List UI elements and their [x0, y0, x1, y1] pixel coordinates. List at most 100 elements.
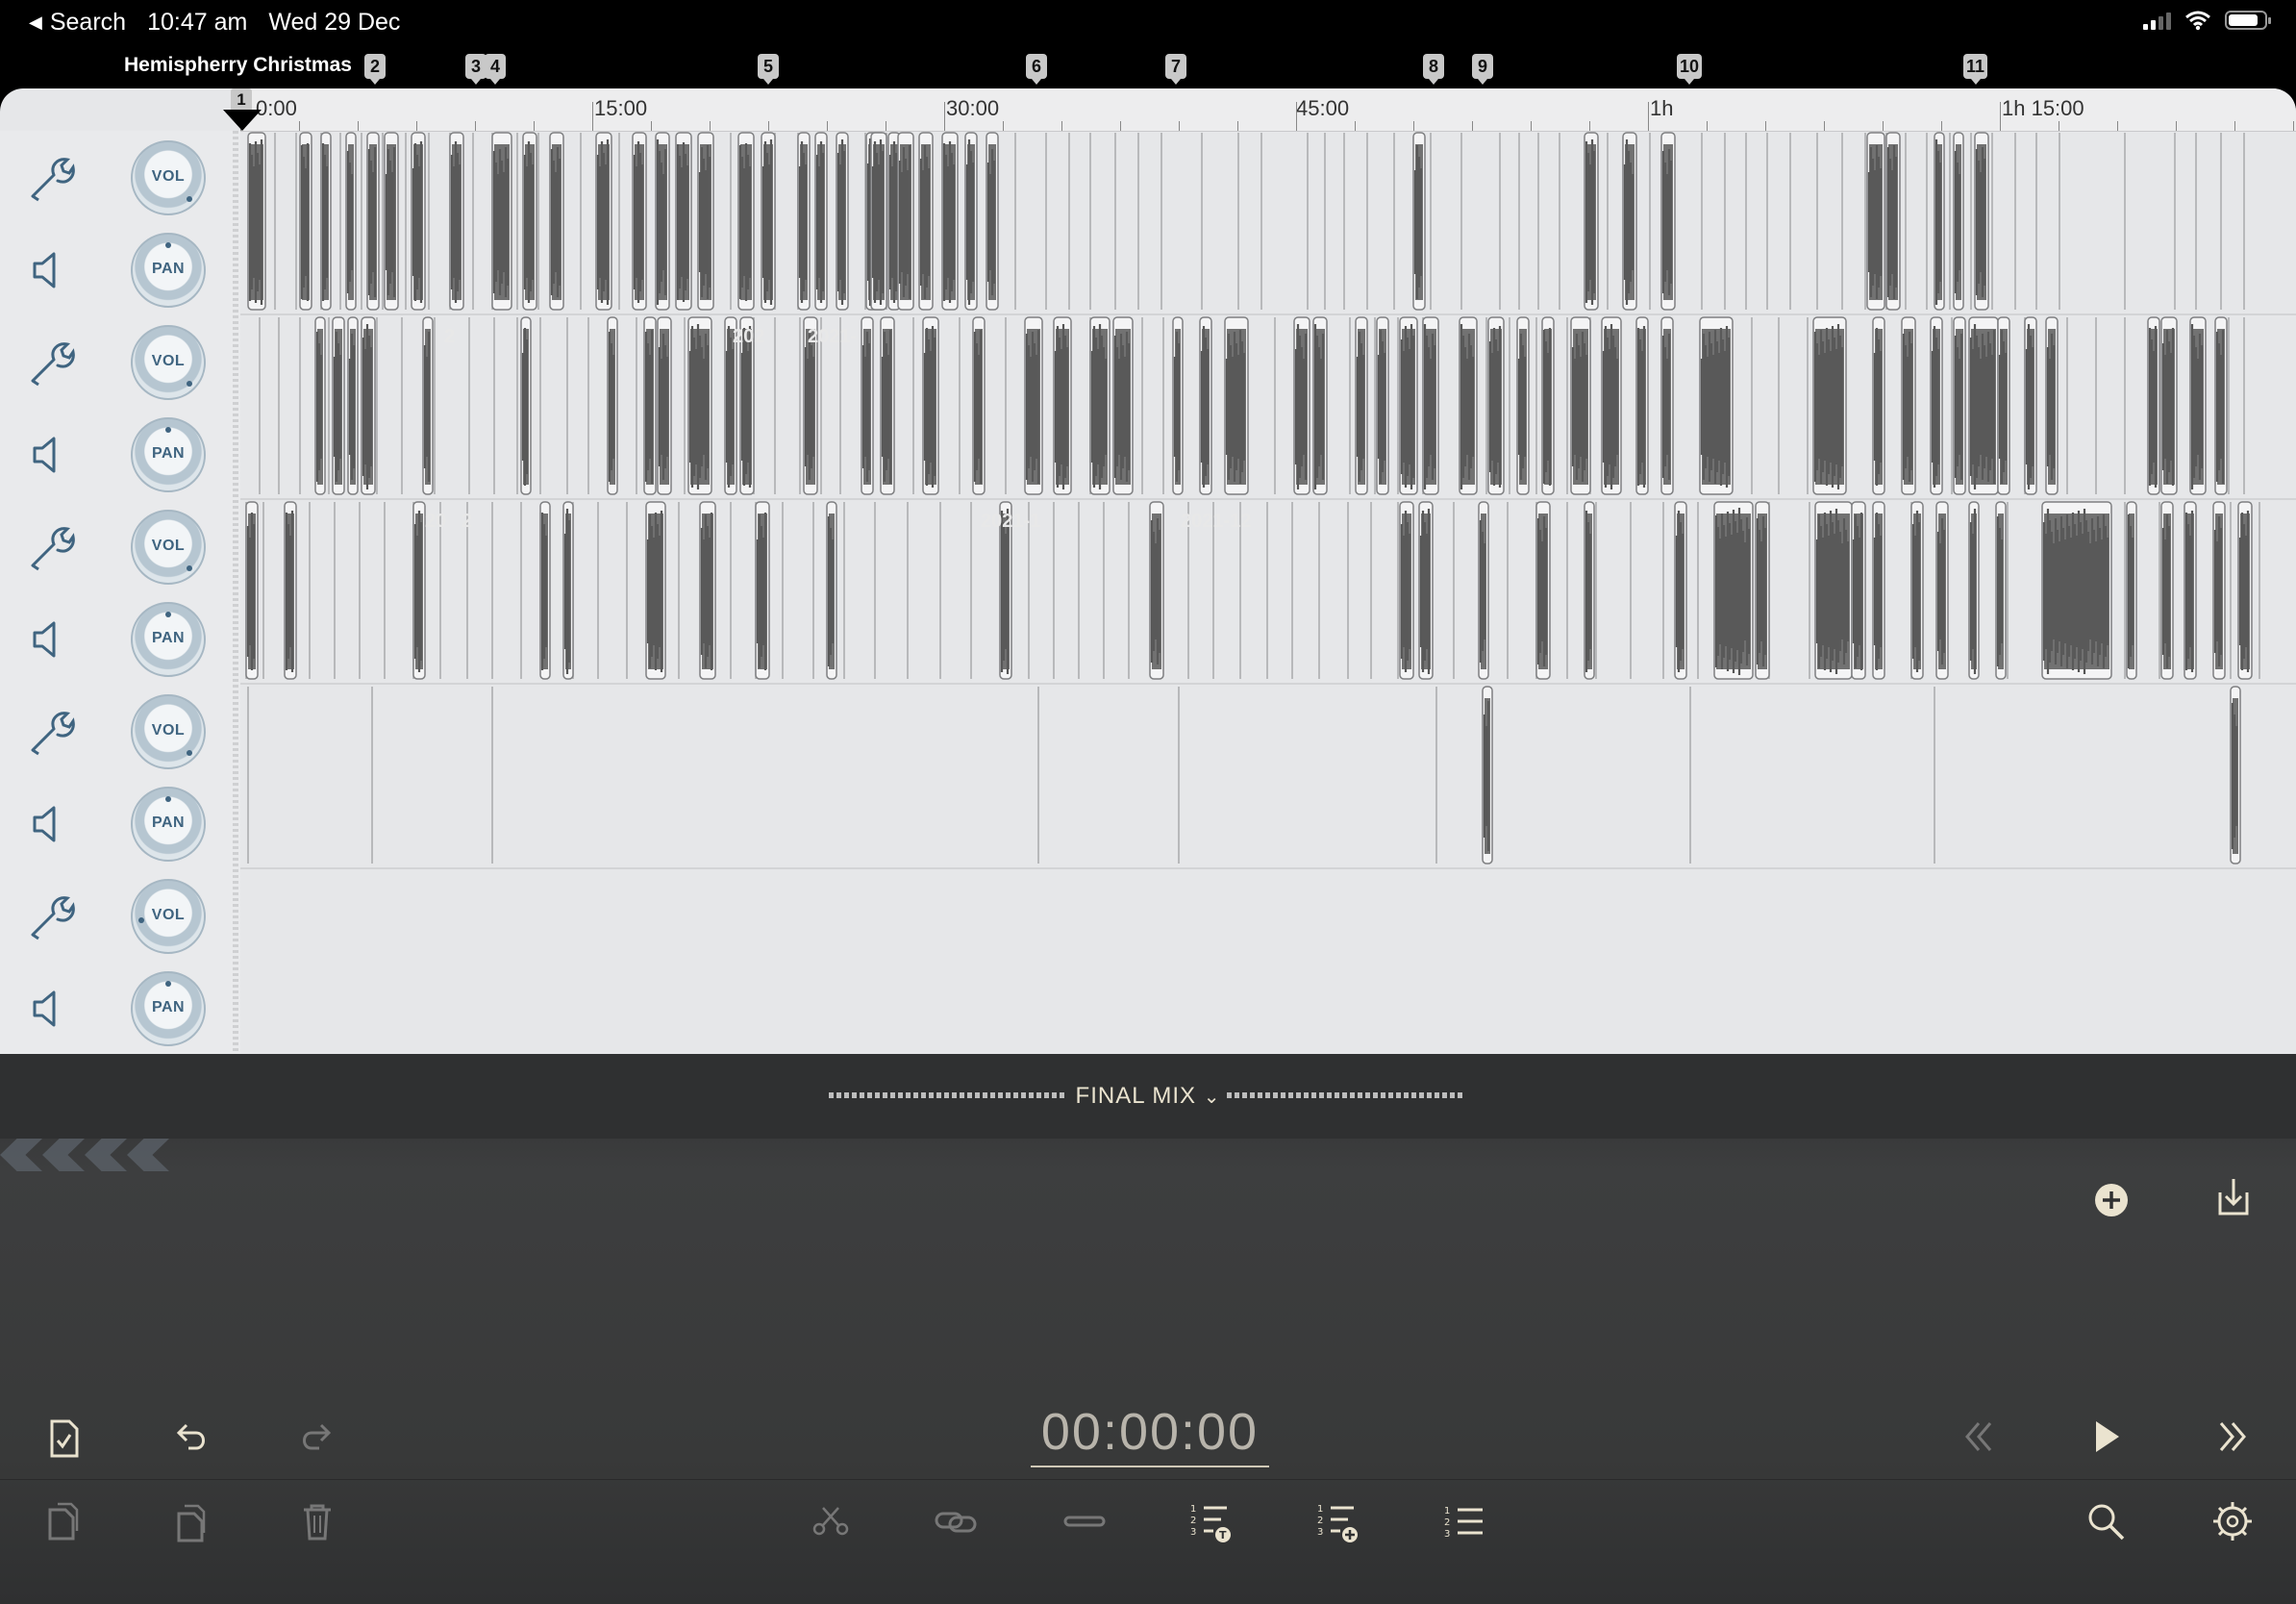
audio-clip[interactable] — [2045, 316, 2059, 495]
audio-clip[interactable] — [1968, 316, 1999, 495]
audio-clip[interactable] — [2126, 501, 2137, 680]
audio-clip[interactable] — [645, 501, 666, 680]
track-lane-1[interactable] — [240, 131, 2296, 315]
play-icon[interactable] — [2083, 1414, 2129, 1460]
audio-clip[interactable] — [2024, 316, 2037, 495]
audio-clip[interactable] — [687, 316, 712, 495]
marker-6[interactable]: 6 — [1026, 54, 1047, 85]
audio-clip[interactable] — [1953, 132, 1964, 311]
audio-clip[interactable] — [922, 316, 939, 495]
wrench-icon[interactable] — [25, 521, 77, 573]
marker-5[interactable]: 5 — [758, 54, 779, 85]
audio-clip[interactable] — [1934, 132, 1945, 311]
marker-10[interactable]: 10 — [1677, 54, 1703, 85]
waveform-lane[interactable]: 20 2 2021-1 2021-12 — [240, 500, 2296, 683]
audio-clip[interactable] — [539, 501, 551, 680]
track-lane-4[interactable] — [240, 685, 2296, 869]
audio-clip[interactable] — [607, 316, 618, 495]
back-arrow-icon[interactable]: ◀ — [29, 13, 42, 33]
audio-clip[interactable] — [986, 132, 999, 311]
audio-clip[interactable] — [1885, 132, 1901, 311]
audio-clip[interactable] — [1953, 316, 1966, 495]
pan-knob[interactable]: PAN — [131, 233, 206, 308]
undo-icon[interactable] — [167, 1414, 213, 1460]
pan-knob[interactable]: PAN — [131, 787, 206, 862]
audio-clip[interactable] — [697, 132, 714, 311]
audio-clip[interactable] — [247, 132, 266, 311]
speaker-icon[interactable] — [25, 429, 77, 481]
audio-clip[interactable] — [422, 316, 434, 495]
waveform-lane[interactable]: 2 202 2021- — [240, 315, 2296, 498]
time-ruler[interactable]: 0:00 15:00 30:00 45:00 1h 1h 15:00 — [240, 88, 2296, 132]
waveform-lane[interactable] — [240, 131, 2296, 313]
playhead-handle[interactable] — [223, 110, 262, 131]
audio-clip[interactable] — [755, 501, 770, 680]
audio-clip[interactable] — [411, 132, 426, 311]
audio-clip[interactable] — [814, 132, 828, 311]
audio-clip[interactable] — [332, 316, 345, 495]
back-to-search[interactable]: Search — [50, 9, 126, 37]
document-check-icon[interactable] — [40, 1416, 87, 1462]
audio-clip[interactable] — [1478, 501, 1489, 680]
audio-clip[interactable] — [1622, 132, 1637, 311]
wrench-icon[interactable] — [25, 890, 77, 942]
pan-knob[interactable]: PAN — [131, 417, 206, 492]
audio-clip[interactable] — [549, 132, 564, 311]
audio-clip[interactable] — [1968, 501, 1980, 680]
pan-knob[interactable]: PAN — [131, 971, 206, 1046]
track-lane-5[interactable] — [240, 869, 2296, 1052]
audio-clip[interactable] — [1541, 316, 1555, 495]
audio-clip[interactable] — [836, 132, 849, 311]
marker-4[interactable]: 4 — [485, 54, 506, 85]
list-add-icon[interactable]: 123 — [1313, 1498, 1360, 1544]
track-lane-3[interactable]: 20 2 2021-1 2021-12 — [240, 500, 2296, 685]
speaker-icon[interactable] — [25, 614, 77, 665]
final-mix-selector[interactable]: FINAL MIX ⌄ — [0, 1083, 2296, 1110]
audio-clip[interactable] — [880, 316, 895, 495]
volume-knob[interactable]: VOL — [131, 510, 206, 585]
audio-clip[interactable] — [1901, 316, 1916, 495]
track-lane-2[interactable]: 2 202 2021- — [240, 315, 2296, 500]
audio-clip[interactable] — [1974, 132, 1989, 311]
marker-2[interactable]: 2 — [364, 54, 386, 85]
tracks-area[interactable]: 2 202 2021- 20 2 2021-1 2021-12 — [240, 131, 2296, 1054]
audio-clip[interactable] — [2237, 501, 2253, 680]
audio-clip[interactable] — [861, 316, 874, 495]
volume-knob[interactable]: VOL — [131, 694, 206, 769]
audio-clip[interactable] — [1293, 316, 1310, 495]
audio-clip[interactable] — [520, 316, 532, 495]
audio-clip[interactable] — [1601, 316, 1622, 495]
audio-clip[interactable] — [1376, 316, 1389, 495]
audio-clip[interactable] — [1997, 316, 2010, 495]
audio-clip[interactable] — [1866, 132, 1885, 311]
audio-clip[interactable] — [1399, 316, 1418, 495]
wrench-icon[interactable] — [25, 152, 77, 204]
volume-knob[interactable]: VOL — [131, 879, 206, 954]
track-divider[interactable] — [233, 131, 238, 1054]
audio-clip[interactable] — [522, 132, 537, 311]
audio-clip[interactable] — [1149, 501, 1164, 680]
wrench-icon[interactable] — [25, 337, 77, 388]
audio-clip[interactable] — [1930, 316, 1943, 495]
speaker-icon[interactable] — [25, 983, 77, 1035]
audio-clip[interactable] — [366, 132, 380, 311]
audio-clip[interactable] — [1995, 501, 2007, 680]
audio-clip[interactable] — [632, 132, 647, 311]
audio-clip[interactable] — [299, 132, 312, 311]
waveform-lane[interactable] — [240, 685, 2296, 867]
audio-clip[interactable] — [1872, 501, 1885, 680]
audio-clip[interactable] — [491, 132, 512, 311]
audio-clip[interactable] — [347, 316, 359, 495]
audio-clip[interactable] — [1399, 501, 1414, 680]
audio-clip[interactable] — [1422, 316, 1439, 495]
audio-clip[interactable] — [1053, 316, 1072, 495]
audio-clip[interactable] — [737, 132, 755, 311]
audio-clip[interactable] — [1584, 501, 1595, 680]
audio-clip[interactable] — [384, 132, 399, 311]
audio-clip[interactable] — [797, 132, 811, 311]
list-text-icon[interactable]: 123 T — [1186, 1498, 1233, 1544]
audio-clip[interactable] — [964, 132, 978, 311]
marker-11[interactable]: 11 — [1963, 54, 1988, 85]
volume-knob[interactable]: VOL — [131, 140, 206, 215]
numbered-list-icon[interactable]: 123 — [1440, 1498, 1486, 1544]
